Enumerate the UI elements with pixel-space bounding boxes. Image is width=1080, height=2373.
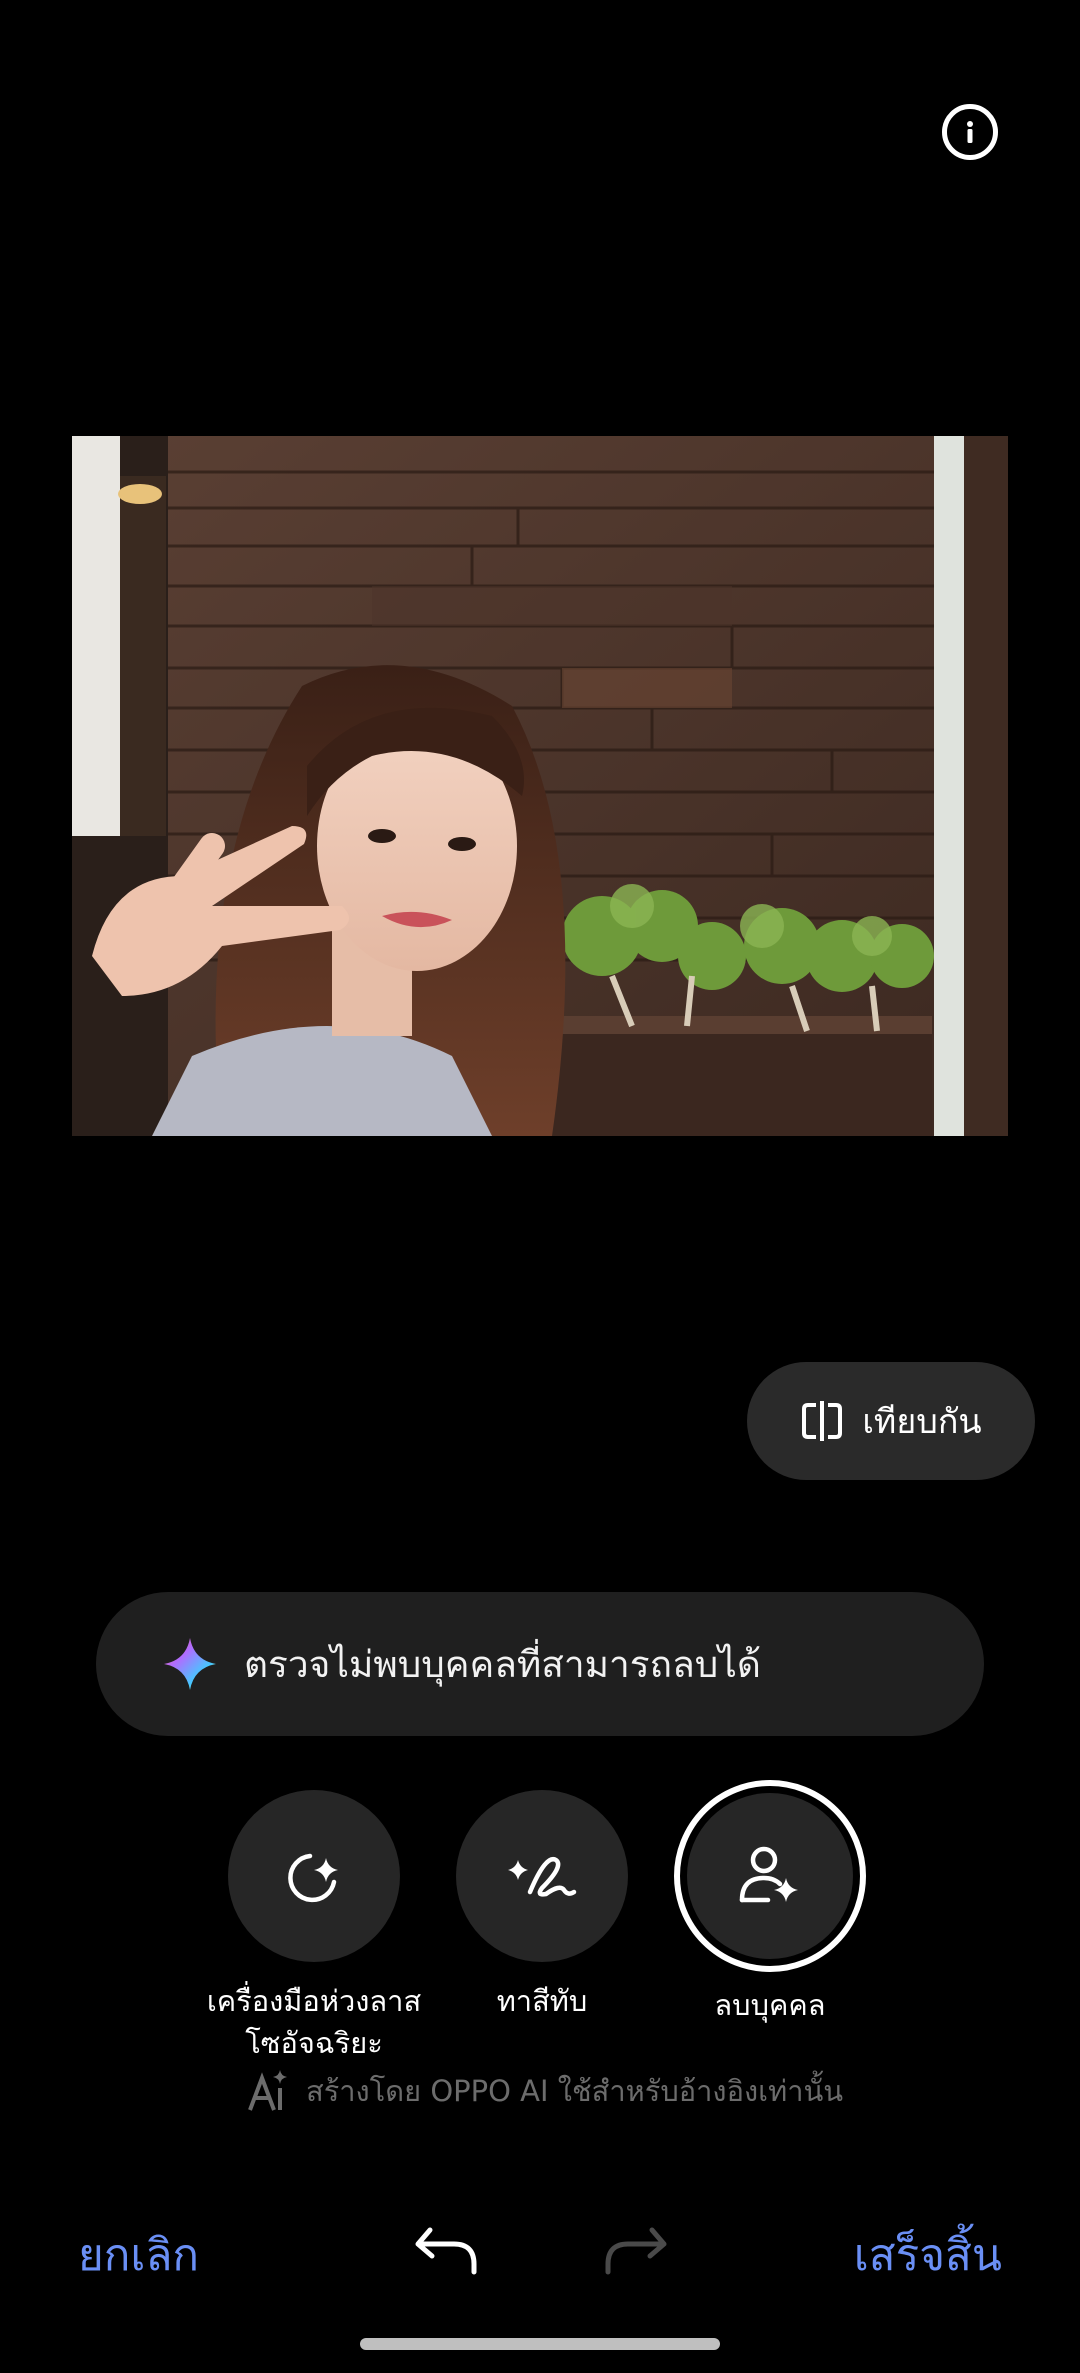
tool-label-smart-lasso: เครื่องมือห่วงลาส โซอัจฉริยะ: [206, 1984, 422, 2060]
tool-label-remove-person: ลบบุคคล: [714, 1988, 826, 2022]
undo-button[interactable]: [412, 2222, 484, 2278]
bottom-action-bar: ยกเลิก เสร็จสิ้น: [0, 2200, 1080, 2300]
info-button[interactable]: [942, 104, 998, 160]
compare-icon: [802, 1401, 843, 1441]
photo-preview[interactable]: [72, 436, 1008, 1136]
redo-icon: [605, 2227, 667, 2275]
remove-person-button[interactable]: [687, 1793, 853, 1959]
done-button[interactable]: เสร็จสิ้น: [854, 2220, 1002, 2290]
tool-remove-person[interactable]: ลบบุคคล: [630, 1780, 910, 2026]
ai-disclaimer: สร้างโดย OPPO AI ใช้สำหรับอ้างอิงเท่านั้…: [244, 2068, 843, 2114]
smart-lasso-button[interactable]: [228, 1790, 400, 1962]
remove-person-icon: [739, 1846, 798, 1903]
paint-over-button[interactable]: [456, 1790, 628, 1962]
redo-button[interactable]: [598, 2222, 670, 2278]
home-indicator[interactable]: [360, 2338, 720, 2350]
ai-disclaimer-text: สร้างโดย OPPO AI ใช้สำหรับอ้างอิงเท่านั้…: [306, 2074, 844, 2108]
compare-button[interactable]: เทียบกัน: [747, 1362, 1035, 1480]
ai-sparkle-icon: [164, 1638, 216, 1690]
tool-label-paint-over: ทาสีทับ: [496, 1984, 588, 2018]
smart-lasso-icon: [288, 1853, 338, 1903]
notice-text: ตรวจไม่พบบุคคลที่สามารถลบได้: [244, 1642, 761, 1686]
cancel-button[interactable]: ยกเลิก: [78, 2220, 199, 2290]
ai-generated-icon: [248, 2070, 287, 2111]
status-notice: ตรวจไม่พบบุคคลที่สามารถลบได้: [96, 1592, 984, 1736]
undo-icon: [415, 2227, 477, 2275]
compare-label: เทียบกัน: [862, 1402, 982, 1442]
brush-sparkle-icon: [508, 1856, 577, 1897]
info-icon: [967, 121, 973, 143]
remove-person-selected-ring[interactable]: [674, 1780, 866, 1972]
